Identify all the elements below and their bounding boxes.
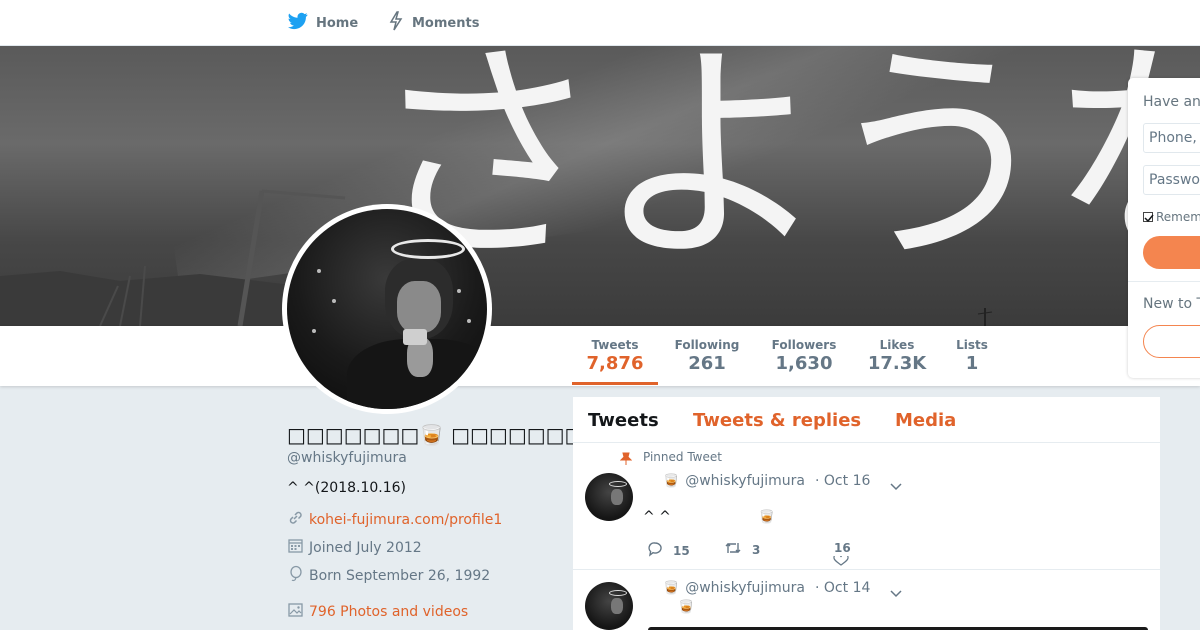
tweet-header: 🥃 @whiskyfujimura · Oct 14 xyxy=(663,580,870,596)
tab-media[interactable]: Media xyxy=(895,410,956,431)
twitter-bird-icon xyxy=(288,12,316,34)
password-placeholder: Passwo xyxy=(1149,172,1200,188)
tweet-author-emoji: 🥃 xyxy=(663,580,680,596)
login-card: Have an Phone, Passwo Remem New to T xyxy=(1128,78,1200,378)
tweet-avatar[interactable] xyxy=(585,582,633,630)
new-to-twitter-label: New to T xyxy=(1143,296,1200,312)
tweet-header: 🥃 @whiskyfujimura · Oct 16 xyxy=(663,473,870,489)
top-navigation: Home Moments xyxy=(0,0,1200,46)
timeline: Tweets Tweets & replies Media Pinned Twe… xyxy=(573,397,1160,630)
profile-media-link[interactable]: 796 Photos and videos xyxy=(309,604,468,620)
tweet-date[interactable]: · Oct 16 xyxy=(815,473,870,489)
nav-home-label: Home xyxy=(316,15,359,31)
reply-count: 15 xyxy=(673,543,690,558)
chevron-down-icon[interactable] xyxy=(889,586,903,600)
tweet-text-body: ^ ^ xyxy=(643,509,671,525)
tweet-date[interactable]: · Oct 14 xyxy=(815,580,870,596)
stat-lists[interactable]: Lists 1 xyxy=(952,338,992,374)
reply-action[interactable]: 15 xyxy=(647,541,690,560)
stat-tweets-value: 7,876 xyxy=(586,353,644,374)
tweet-author-handle[interactable]: @whiskyfujimura xyxy=(685,473,805,489)
calendar-icon xyxy=(287,537,309,558)
chevron-down-icon[interactable] xyxy=(889,479,903,493)
phone-placeholder: Phone, xyxy=(1149,130,1197,146)
stat-likes[interactable]: Likes 17.3K xyxy=(862,338,932,374)
tab-tweets-replies[interactable]: Tweets & replies xyxy=(693,410,861,431)
signup-button[interactable] xyxy=(1143,325,1200,358)
stat-likes-value: 17.3K xyxy=(867,353,927,374)
profile-joined-text: Joined July 2012 xyxy=(309,539,422,556)
tweet-author-handle[interactable]: @whiskyfujimura xyxy=(685,580,805,596)
profile-born-text: Born September 26, 1992 xyxy=(309,567,491,584)
login-heading: Have an xyxy=(1143,94,1200,110)
avatar-photo xyxy=(287,209,487,409)
profile-avatar[interactable] xyxy=(282,204,492,414)
link-icon xyxy=(287,509,309,530)
like-count: 16 xyxy=(834,541,851,555)
profile-joined: Joined July 2012 xyxy=(287,538,557,557)
stat-tweets-label: Tweets xyxy=(591,338,639,352)
halo-icon xyxy=(391,239,465,259)
profile-stats-bar: Tweets 7,876 Following 261 Followers 1,6… xyxy=(0,326,1200,386)
like-action[interactable]: 16 xyxy=(831,541,851,566)
stat-following-label: Following xyxy=(674,338,740,352)
profile-banner: さようなら xyxy=(0,46,1200,326)
profile-name[interactable]: □□□□□□□🥃 □□□□□□□ xyxy=(287,420,583,450)
remember-label: Remem xyxy=(1156,210,1200,224)
tweet-text-emoji: 🥃 xyxy=(758,509,776,525)
profile-website: kohei-fujimura.com/profile1 xyxy=(287,510,557,529)
stat-following[interactable]: Following 261 xyxy=(672,338,742,374)
banner-text: さようなら xyxy=(368,46,1200,294)
tweet-text-emoji: 🥃 xyxy=(678,600,695,615)
lightning-icon xyxy=(388,11,412,35)
stat-followers-value: 1,630 xyxy=(775,353,833,374)
stat-lists-label: Lists xyxy=(956,338,988,352)
balloon-icon xyxy=(287,565,309,586)
tweet-text: ^ ^ 🥃 xyxy=(643,509,775,525)
tweet-item[interactable]: 🥃 @whiskyfujimura · Oct 14 🥃 xyxy=(573,570,1160,630)
phone-field[interactable]: Phone, xyxy=(1143,123,1200,153)
reply-icon xyxy=(647,541,673,560)
tweet-avatar[interactable] xyxy=(585,473,633,521)
nav-home[interactable]: Home xyxy=(288,0,358,46)
stat-lists-value: 1 xyxy=(965,353,979,374)
pin-icon xyxy=(619,451,633,470)
password-field[interactable]: Passwo xyxy=(1143,165,1200,195)
profile-born: Born September 26, 1992 xyxy=(287,565,557,586)
login-divider xyxy=(1128,281,1200,282)
timeline-tabs: Tweets Tweets & replies Media xyxy=(573,397,1160,443)
pinned-label: Pinned Tweet xyxy=(643,450,722,464)
retweet-icon xyxy=(724,541,752,558)
nav-moments[interactable]: Moments xyxy=(388,0,479,46)
stat-likes-label: Likes xyxy=(879,338,915,352)
stat-tweets[interactable]: Tweets 7,876 xyxy=(572,338,658,385)
profile-card: □□□□□□□🥃 □□□□□□□ @whiskyfujimura ^ ^(201… xyxy=(287,420,583,621)
tweet-author-emoji: 🥃 xyxy=(663,473,680,489)
retweet-count: 3 xyxy=(752,542,761,557)
tab-tweets[interactable]: Tweets xyxy=(588,410,659,431)
login-button[interactable] xyxy=(1143,236,1200,269)
stat-following-value: 261 xyxy=(688,353,726,374)
heart-icon xyxy=(833,553,859,569)
remember-me[interactable]: Remem xyxy=(1143,210,1200,224)
stat-followers[interactable]: Followers 1,630 xyxy=(769,338,839,374)
image-icon xyxy=(287,601,309,622)
retweet-action[interactable]: 3 xyxy=(724,541,760,558)
profile-media: 796 Photos and videos xyxy=(287,602,557,621)
tweet-item[interactable]: Pinned Tweet 🥃 @whiskyfujimura · Oct 16 … xyxy=(573,443,1160,570)
stat-followers-label: Followers xyxy=(771,338,837,352)
profile-bio: ^ ^(2018.10.16) xyxy=(287,480,406,496)
profile-website-link[interactable]: kohei-fujimura.com/profile1 xyxy=(309,512,502,528)
profile-handle[interactable]: @whiskyfujimura xyxy=(287,450,557,466)
nav-moments-label: Moments xyxy=(412,15,480,31)
remember-checkbox[interactable] xyxy=(1143,212,1154,223)
